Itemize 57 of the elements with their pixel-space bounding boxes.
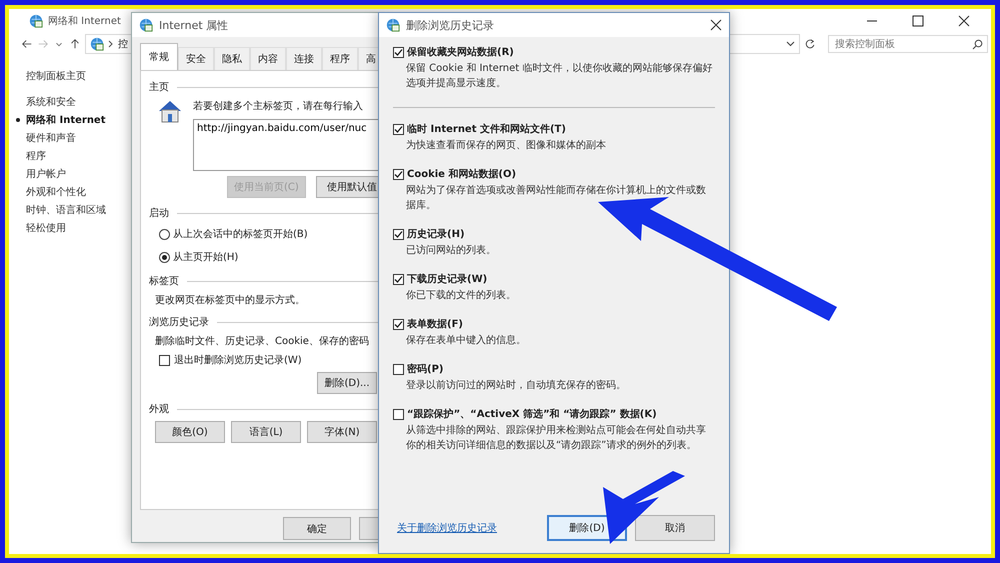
tab[interactable]: 安全 — [178, 47, 214, 70]
option-label: Cookie 和网站数据(O) — [407, 168, 516, 181]
radio-label: 从上次会话中的标签页开始(B) — [173, 228, 308, 241]
sidebar-item[interactable]: 外观和个性化 — [14, 185, 86, 199]
section-heading: 主页 — [149, 80, 169, 94]
option-description: 为快速查看而保存的网页、图像和媒体的副本 — [405, 138, 607, 153]
option-description: 你已下载的文件的列表。 — [405, 288, 517, 303]
sidebar-item[interactable]: 网络和 Internet — [14, 113, 106, 127]
section-heading: 浏览历史记录 — [149, 316, 209, 329]
tab[interactable]: 连接 — [286, 47, 322, 70]
dialog-title: 删除浏览历史记录 — [406, 18, 494, 32]
checkbox-label: 退出时删除浏览历史记录(W) — [174, 354, 302, 367]
section-heading: 标签页 — [149, 274, 179, 288]
sidebar-item[interactable]: 程序 — [14, 149, 46, 163]
option-description: 登录以前访问过的网站时，自动填充保存的密码。 — [405, 378, 627, 393]
option-description: 从筛选中排除的网站、跟踪保护用来检测站点可能会在何处自动共享你的相关访问详细信息的数据以及“请勿跟踪”请求的例外的列表。 — [405, 424, 707, 453]
tab[interactable]: 高 — [358, 47, 379, 70]
section-heading: 外观 — [149, 403, 169, 416]
appearance-button[interactable]: 字体(N) — [307, 421, 377, 443]
option-label: 保留收藏夹网站数据(R) — [407, 46, 514, 59]
radio-label: 从主页开始(H) — [173, 250, 238, 264]
ok-button[interactable]: 确定 — [283, 517, 351, 540]
appearance-button[interactable]: 语言(L) — [231, 421, 301, 443]
sidebar-item[interactable]: 系统和安全 — [14, 95, 76, 109]
option-description: 保留 Cookie 和 Internet 临时文件，以使你收藏的网站能够保存偏好选项并提高显示速度。 — [405, 62, 714, 91]
description-text: 删除临时文件、历史记录、Cookie、保存的密码 — [154, 334, 370, 348]
option-description: 网站为了保存首选项或改善网站性能而存储在你计算机上的文件或数据库。 — [405, 184, 707, 213]
sidebar-item[interactable]: 轻松使用 — [14, 221, 66, 235]
tab[interactable]: 内容 — [250, 47, 286, 70]
window-title: Internet 属性 — [159, 18, 228, 32]
tab[interactable]: 程序 — [322, 47, 358, 70]
help-link[interactable]: 关于删除浏览历史记录 — [397, 521, 497, 535]
option-description: 已访问网站的列表。 — [405, 244, 497, 258]
window-title: 网络和 Internet — [48, 14, 121, 28]
option-label: 历史记录(H) — [407, 228, 465, 241]
tab[interactable]: 常规 — [140, 43, 178, 70]
hint-text: 若要创建多个主标签页，请在每行输入 — [193, 100, 364, 113]
option-label: “跟踪保护”、“ActiveX 筛选”和 “请勿跟踪” 数据(K) — [407, 407, 657, 421]
home-page-field[interactable]: http://jingyan.baidu.com/user/nuc — [193, 119, 379, 171]
sidebar-item[interactable]: 控制面板主页 — [14, 69, 86, 83]
search-field[interactable]: 搜索控制面板 — [828, 35, 988, 53]
description-text: 更改网页在标签页中的显示方式。 — [154, 294, 306, 307]
sidebar-item[interactable]: 时钟、语言和区域 — [14, 203, 106, 217]
section-heading: 启动 — [149, 206, 169, 220]
option-description: 保存在表单中键入的信息。 — [405, 334, 527, 348]
option-label: 临时 Internet 文件和网站文件(T) — [407, 122, 566, 136]
appearance-button[interactable]: 颜色(O) — [155, 421, 225, 443]
page-button[interactable]: 使用默认值 — [316, 176, 379, 198]
tab[interactable]: 隐私 — [214, 47, 250, 70]
delete-button[interactable]: 删除(D)... — [317, 372, 377, 394]
option-label: 表单数据(F) — [407, 318, 463, 331]
dialog-button[interactable]: 取消 — [635, 515, 715, 541]
breadcrumb[interactable]: 控 — [118, 37, 128, 51]
sidebar-item[interactable]: 硬件和声音 — [14, 131, 76, 145]
sidebar-item[interactable]: 用户帐户 — [14, 167, 66, 181]
option-label: 密码(P) — [407, 362, 444, 376]
option-label: 下载历史记录(W) — [407, 272, 488, 286]
